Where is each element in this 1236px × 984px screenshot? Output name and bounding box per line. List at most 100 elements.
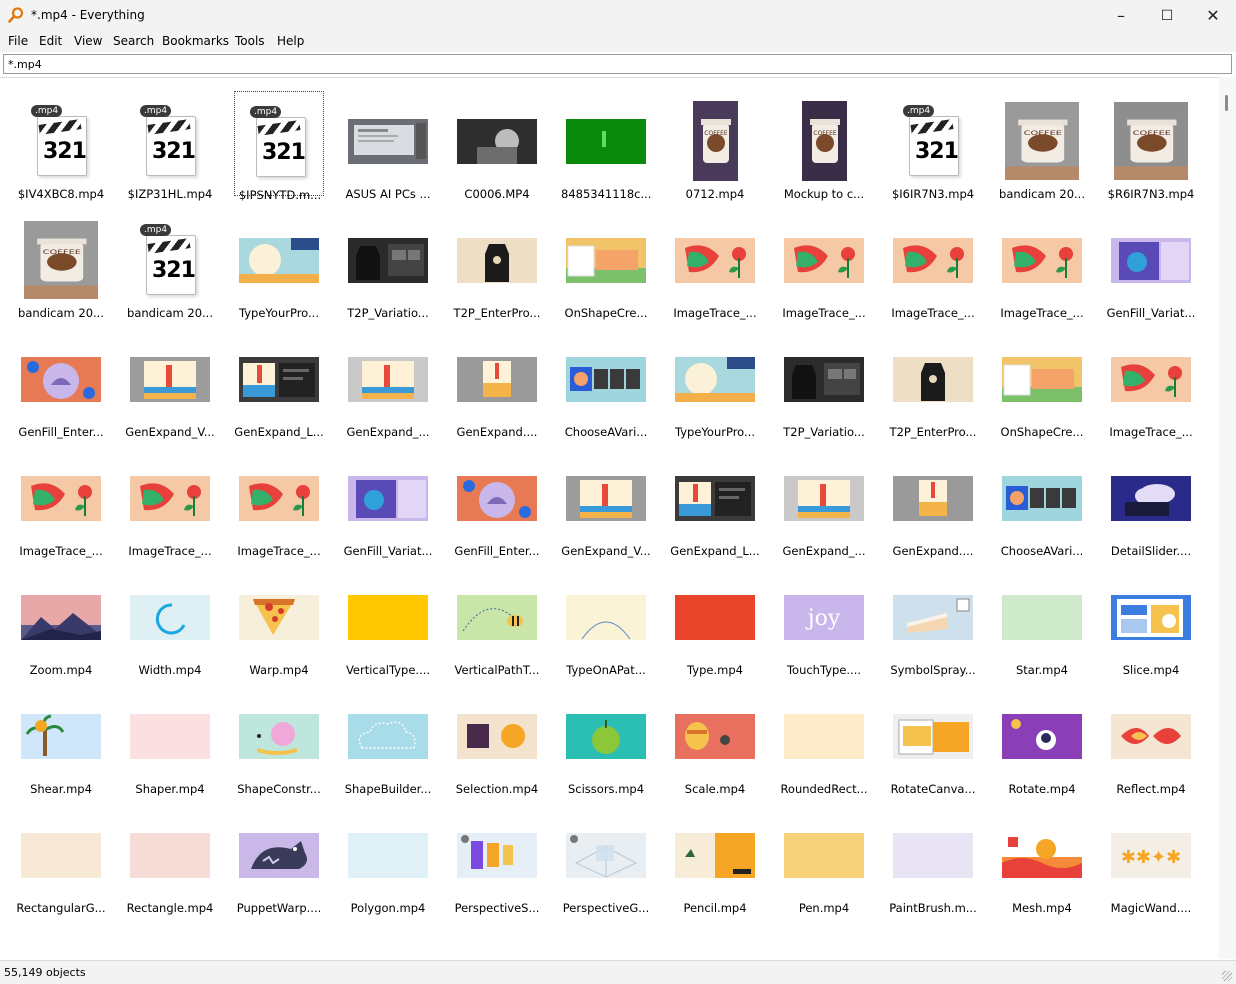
result-item[interactable]: Star.mp4: [997, 567, 1087, 677]
result-item[interactable]: joy TouchType....: [779, 567, 869, 677]
result-item[interactable]: Rotate.mp4: [997, 686, 1087, 796]
extension-badge: .mp4: [903, 105, 935, 117]
result-item[interactable]: ImageTrace_...: [234, 448, 324, 558]
result-item[interactable]: GenExpand_...: [343, 329, 433, 439]
result-item[interactable]: Width.mp4: [125, 567, 215, 677]
result-item[interactable]: OnShapeCre...: [997, 329, 1087, 439]
result-item[interactable]: COFFEE bandicam 20...: [16, 210, 106, 320]
result-item[interactable]: TypeOnAPat...: [561, 567, 651, 677]
result-item[interactable]: COFFEE bandicam 20...: [997, 91, 1087, 201]
result-item[interactable]: COFFEE Mockup to c...: [779, 91, 869, 201]
result-item[interactable]: TypeYourPro...: [234, 210, 324, 320]
result-item[interactable]: GenExpand_V...: [561, 448, 651, 558]
result-item[interactable]: ImageTrace_...: [997, 210, 1087, 320]
result-item[interactable]: Zoom.mp4: [16, 567, 106, 677]
maximize-button[interactable]: ☐: [1144, 0, 1190, 31]
result-item[interactable]: Slice.mp4: [1106, 567, 1196, 677]
result-item[interactable]: ImageTrace_...: [779, 210, 869, 320]
result-item[interactable]: VerticalPathT...: [452, 567, 542, 677]
result-item[interactable]: GenExpand_L...: [234, 329, 324, 439]
result-item[interactable]: T2P_EnterPro...: [452, 210, 542, 320]
result-item[interactable]: RotateCanva...: [888, 686, 978, 796]
result-item[interactable]: 8485341118c...: [561, 91, 651, 201]
result-item[interactable]: ImageTrace_...: [125, 448, 215, 558]
result-item[interactable]: ASUS AI PCs ...: [343, 91, 433, 201]
result-item[interactable]: GenFill_Enter...: [16, 329, 106, 439]
result-item[interactable]: PaintBrush.m...: [888, 805, 978, 915]
result-item[interactable]: ImageTrace_...: [1106, 329, 1196, 439]
result-item[interactable]: Rectangle.mp4: [125, 805, 215, 915]
menu-file[interactable]: File: [8, 34, 28, 48]
video-thumbnail: ✱✱✦✱: [1111, 832, 1191, 878]
result-item[interactable]: COFFEE 0712.mp4: [670, 91, 760, 201]
thumbnail-art: [140, 482, 201, 516]
search-input[interactable]: [4, 55, 1228, 73]
result-item[interactable]: Polygon.mp4: [343, 805, 433, 915]
result-item[interactable]: ✱✱✦✱ MagicWand....: [1106, 805, 1196, 915]
result-item[interactable]: GenExpand_V...: [125, 329, 215, 439]
close-button[interactable]: ✕: [1190, 0, 1236, 31]
result-item[interactable]: SymbolSpray...: [888, 567, 978, 677]
result-item[interactable]: PerspectiveS...: [452, 805, 542, 915]
video-thumbnail: [348, 237, 428, 283]
menu-help[interactable]: Help: [277, 34, 304, 48]
menu-bookmarks[interactable]: Bookmarks: [162, 34, 229, 48]
result-item[interactable]: GenFill_Variat...: [343, 448, 433, 558]
result-item[interactable]: 321 .mp4 $IZP31HL.mp4: [125, 91, 215, 201]
result-item[interactable]: ImageTrace_...: [670, 210, 760, 320]
result-item[interactable]: Scissors.mp4: [561, 686, 651, 796]
scrollbar-thumb[interactable]: [1225, 95, 1228, 111]
vertical-scrollbar[interactable]: [1219, 77, 1236, 959]
result-item[interactable]: Mesh.mp4: [997, 805, 1087, 915]
result-item[interactable]: GenFill_Variat...: [1106, 210, 1196, 320]
result-item[interactable]: DetailSlider....: [1106, 448, 1196, 558]
result-item[interactable]: Scale.mp4: [670, 686, 760, 796]
result-item[interactable]: T2P_Variatio...: [343, 210, 433, 320]
result-item[interactable]: Type.mp4: [670, 567, 760, 677]
result-item[interactable]: TypeYourPro...: [670, 329, 760, 439]
result-item[interactable]: GenExpand....: [888, 448, 978, 558]
menu-view[interactable]: View: [74, 34, 102, 48]
result-item[interactable]: RoundedRect...: [779, 686, 869, 796]
result-item[interactable]: GenExpand_L...: [670, 448, 760, 558]
result-item[interactable]: GenFill_Enter...: [452, 448, 542, 558]
result-item[interactable]: Pencil.mp4: [670, 805, 760, 915]
minimize-button[interactable]: –: [1098, 0, 1144, 31]
result-item[interactable]: Reflect.mp4: [1106, 686, 1196, 796]
result-item[interactable]: Pen.mp4: [779, 805, 869, 915]
result-item[interactable]: 321 .mp4 bandicam 20...: [125, 210, 215, 320]
result-item[interactable]: ShapeConstr...: [234, 686, 324, 796]
result-item[interactable]: C0006.MP4: [452, 91, 542, 201]
file-name: GenFill_Variat...: [343, 544, 433, 558]
result-item[interactable]: ChooseAVari...: [561, 329, 651, 439]
result-item[interactable]: COFFEE $R6IR7N3.mp4: [1106, 91, 1196, 201]
result-item[interactable]: PuppetWarp....: [234, 805, 324, 915]
result-item[interactable]: ChooseAVari...: [997, 448, 1087, 558]
thumbnail: COFFEE: [1002, 101, 1082, 181]
file-name: RotateCanva...: [890, 782, 976, 796]
result-item[interactable]: GenExpand_...: [779, 448, 869, 558]
result-item[interactable]: Warp.mp4: [234, 567, 324, 677]
menu-edit[interactable]: Edit: [39, 34, 62, 48]
result-item[interactable]: 321 .mp4 $IV4XBC8.mp4: [16, 91, 106, 201]
result-item[interactable]: 321 .mp4 $I6IR7N3.mp4: [888, 91, 978, 201]
result-item[interactable]: RectangularG...: [16, 805, 106, 915]
thumbnail-art: [1002, 832, 1082, 878]
result-item[interactable]: Shaper.mp4: [125, 686, 215, 796]
result-item[interactable]: OnShapeCre...: [561, 210, 651, 320]
result-item[interactable]: T2P_EnterPro...: [888, 329, 978, 439]
result-item[interactable]: ShapeBuilder...: [343, 686, 433, 796]
result-item[interactable]: 321 .mp4 $IPSNYTD.m...: [234, 91, 324, 202]
thumbnail: [21, 815, 101, 895]
menu-search[interactable]: Search: [113, 34, 154, 48]
result-item[interactable]: ImageTrace_...: [16, 448, 106, 558]
result-item[interactable]: GenExpand....: [452, 329, 542, 439]
result-item[interactable]: Shear.mp4: [16, 686, 106, 796]
result-item[interactable]: Selection.mp4: [452, 686, 542, 796]
result-item[interactable]: T2P_Variatio...: [779, 329, 869, 439]
resize-grip[interactable]: [1222, 971, 1232, 981]
result-item[interactable]: ImageTrace_...: [888, 210, 978, 320]
result-item[interactable]: PerspectiveG...: [561, 805, 651, 915]
result-item[interactable]: VerticalType....: [343, 567, 433, 677]
menu-tools[interactable]: Tools: [235, 34, 265, 48]
